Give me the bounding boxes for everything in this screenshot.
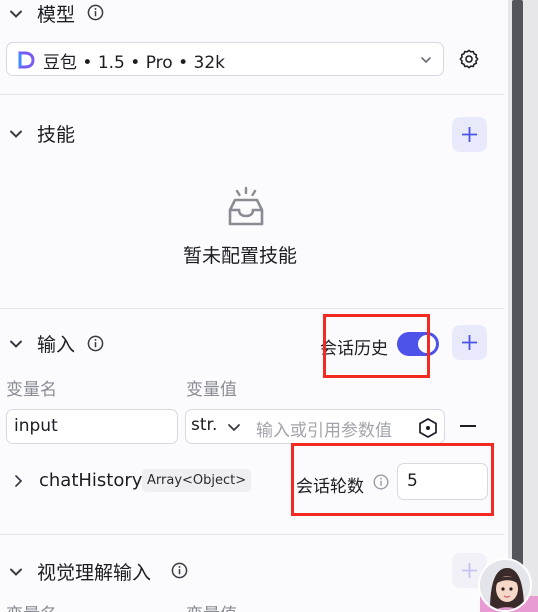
gear-icon[interactable] bbox=[458, 48, 480, 70]
chevron-right-icon[interactable] bbox=[12, 474, 24, 488]
scrollbar-thumb[interactable] bbox=[512, 0, 523, 612]
chevron-down-icon bbox=[421, 57, 431, 64]
doubao-logo-icon bbox=[18, 51, 35, 69]
plus-icon bbox=[462, 335, 477, 350]
chevron-down-icon[interactable] bbox=[8, 126, 24, 142]
column-label-value: 变量值 bbox=[186, 380, 237, 400]
highlight-box-rounds bbox=[291, 443, 494, 516]
chevron-down-icon[interactable] bbox=[8, 564, 24, 580]
chat-history-name: chatHistory bbox=[39, 470, 143, 491]
variable-name-input[interactable]: input bbox=[6, 409, 178, 444]
chat-history-type-badge: Array<Object> bbox=[142, 469, 252, 492]
skills-empty-text: 暂未配置技能 bbox=[183, 245, 298, 267]
remove-variable-button[interactable] bbox=[460, 425, 476, 427]
plus-icon bbox=[462, 563, 477, 578]
chevron-down-icon[interactable] bbox=[8, 6, 24, 22]
model-section-title: 模型 bbox=[37, 4, 76, 26]
node-config-panel: 模型 豆包 • 1.5 • Pro • 32k 技能 暂未配置技能 输入 会话历… bbox=[0, 0, 508, 612]
highlight-box-history bbox=[323, 314, 430, 378]
column-label-name: 变量名 bbox=[6, 380, 57, 400]
plus-icon bbox=[462, 127, 477, 142]
vision-section-title: 视觉理解输入 bbox=[37, 562, 152, 584]
variable-type-value: str. bbox=[191, 415, 218, 435]
chevron-down-icon[interactable] bbox=[8, 336, 24, 352]
section-divider bbox=[0, 308, 504, 309]
variable-ref-icon[interactable] bbox=[417, 417, 439, 439]
section-divider bbox=[0, 534, 504, 535]
section-divider bbox=[0, 94, 504, 95]
column-label-name: 变量名 bbox=[6, 600, 57, 612]
variable-name-value: input bbox=[14, 416, 58, 436]
variable-type-select[interactable]: str. bbox=[185, 409, 247, 444]
inbox-empty-icon bbox=[228, 186, 264, 226]
model-select[interactable]: 豆包 • 1.5 • Pro • 32k bbox=[6, 42, 444, 76]
chevron-down-icon bbox=[228, 424, 240, 432]
skills-section-title: 技能 bbox=[37, 124, 76, 146]
variable-value-placeholder: 输入或引用参数值 bbox=[256, 421, 392, 441]
input-section-title: 输入 bbox=[37, 334, 76, 356]
info-icon[interactable] bbox=[171, 562, 188, 579]
column-label-value: 变量值 bbox=[186, 600, 237, 612]
assistant-avatar[interactable] bbox=[478, 558, 532, 612]
info-icon[interactable] bbox=[87, 4, 104, 21]
model-select-value: 豆包 • 1.5 • Pro • 32k bbox=[43, 53, 225, 73]
add-skill-button[interactable] bbox=[452, 117, 487, 152]
info-icon[interactable] bbox=[87, 335, 104, 352]
add-input-button[interactable] bbox=[452, 325, 487, 360]
variable-value-input[interactable]: 输入或引用参数值 bbox=[246, 409, 445, 444]
